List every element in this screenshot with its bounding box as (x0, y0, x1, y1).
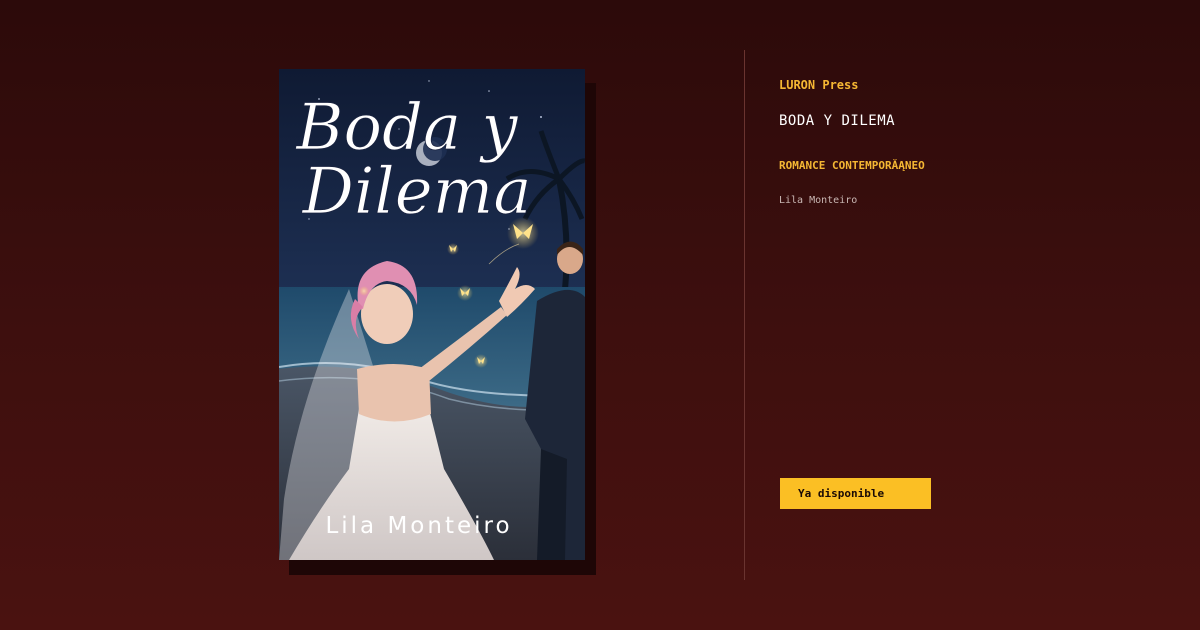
book-title: BODA Y DILEMA (779, 113, 896, 129)
cover-title-line2: Dilema (302, 155, 532, 229)
genre-label: ROMANCE CONTEMPORĂĄNEO (779, 159, 925, 172)
cover-title-line1: Boda y (295, 91, 518, 165)
book-cover[interactable]: Boda y Dilema Lila Monteiro (279, 69, 585, 560)
publisher-label: LURON Press (779, 78, 859, 92)
vertical-divider (744, 50, 745, 580)
cover-author: Lila Monteiro (325, 513, 512, 539)
available-button[interactable]: Ya disponible (780, 478, 931, 509)
author-name: Lila Monteiro (779, 195, 858, 206)
